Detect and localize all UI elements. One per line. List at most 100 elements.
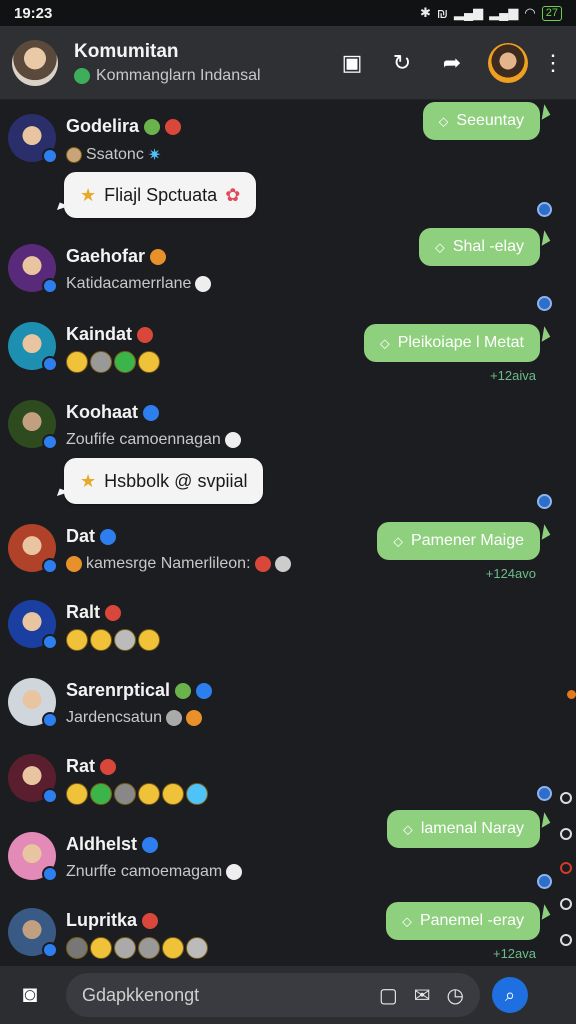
emoji-icon <box>138 783 160 805</box>
star-icon: ★ <box>80 184 97 205</box>
avatar <box>8 400 58 450</box>
verified-badge <box>42 634 58 650</box>
contact-name: Rat <box>66 756 96 776</box>
list-item[interactable]: Dat kamesrge Namerlileon: <box>8 524 338 574</box>
sticker-icon[interactable]: ✉ <box>414 983 431 1008</box>
outgoing-bubble[interactable]: ⬦ Shal -elay <box>419 228 540 266</box>
list-item[interactable]: Gaehofar Katidacamerrlane <box>8 244 338 294</box>
message-preview: Jardencsatun <box>66 709 163 726</box>
clipboard-icon[interactable]: ▢ <box>379 983 398 1008</box>
read-receipt-icon <box>537 494 552 509</box>
emoji-icon <box>66 937 88 959</box>
star-icon: ★ <box>80 470 97 491</box>
status-icon <box>142 836 159 853</box>
emoji-icon <box>66 556 82 572</box>
incoming-bubble[interactable]: ★ Fliajl Spctuata ✿ <box>64 172 257 218</box>
incoming-bubble[interactable]: ★ Hsbbolk @ svpiial <box>64 458 264 504</box>
flag-icon <box>142 912 159 929</box>
radio-icon[interactable] <box>560 792 572 804</box>
status-icon <box>143 404 159 421</box>
status-icon <box>144 118 161 135</box>
list-item[interactable]: Sarenrptical Jardencsatun <box>8 678 338 728</box>
timestamp: +12aiva <box>490 368 536 383</box>
status-icon <box>195 276 212 292</box>
battery-icon: 27 <box>541 5 562 21</box>
emoji-icon <box>114 937 136 959</box>
emoji-row <box>66 629 160 651</box>
read-receipt-icon <box>537 874 552 889</box>
profile-avatar[interactable] <box>488 42 528 83</box>
camera-icon[interactable]: ◙ <box>14 979 46 1011</box>
radio-icon[interactable] <box>560 934 572 946</box>
contact-name: Godelira <box>66 116 140 136</box>
emoji-icon <box>274 556 291 572</box>
more-options-icon[interactable]: ⋮ <box>542 50 564 76</box>
radio-icon[interactable] <box>560 862 572 874</box>
message-input[interactable]: Gdapkkenongt ▢ ✉ ◷ <box>66 973 480 1017</box>
verified-badge <box>42 788 58 804</box>
avatar <box>8 524 58 574</box>
radio-icon[interactable] <box>560 828 572 840</box>
emoji-icon <box>186 937 208 959</box>
flag-icon <box>105 604 122 621</box>
bluetooth-icon: ✱ <box>420 5 431 20</box>
outgoing-bubble[interactable]: ⬦ Pleikoiape l Metat <box>363 324 540 362</box>
bubble-text: Hsbbolk @ svpiial <box>104 470 248 491</box>
contact-name: Sarenrptical <box>66 680 171 700</box>
read-receipt-icon <box>537 202 552 217</box>
avatar <box>8 678 58 728</box>
group-avatar[interactable] <box>12 39 58 86</box>
list-item[interactable]: Koohaat Zoufife camoennagan <box>8 400 338 450</box>
outgoing-bubble[interactable]: ⬦ Panemel -eray <box>386 902 540 940</box>
emoji-icon <box>138 351 160 373</box>
status-time: 19:23 <box>14 4 53 22</box>
outgoing-bubble[interactable]: ⬦ Seeuntay <box>422 102 540 140</box>
header-subtitle: Kommanglarn Indansal <box>74 67 261 85</box>
emoji-icon <box>138 629 160 651</box>
tag-icon: ⬦ <box>393 532 404 549</box>
emoji-icon <box>90 351 112 373</box>
vibrate-icon: ₪ <box>436 5 448 21</box>
outgoing-bubble[interactable]: ⬦ Pamener Maige <box>377 522 540 560</box>
timer-icon[interactable]: ◷ <box>447 983 464 1008</box>
online-icon <box>74 67 90 84</box>
list-item[interactable]: Ralt <box>8 600 338 651</box>
header-actions: ▣ ↻ ➦ ⋮ <box>338 42 564 83</box>
share-icon[interactable]: ➦ <box>438 49 466 77</box>
refresh-icon[interactable]: ↻ <box>388 49 416 77</box>
status-icon <box>100 528 117 545</box>
outgoing-bubble[interactable]: ⬦ lamenal Naray <box>387 810 540 848</box>
status-icons: ✱ ₪ ▂▄▆ ▂▄▆ ◠ 27 <box>420 5 562 21</box>
header-text[interactable]: Komumitan Kommanglarn Indansal <box>74 41 261 85</box>
avatar <box>8 600 58 650</box>
list-item[interactable]: Kaindat <box>8 322 338 373</box>
avatar <box>8 754 58 804</box>
list-item[interactable]: Lupritka <box>8 908 338 959</box>
list-item[interactable]: Godelira Ssatonc ✷ <box>8 114 338 165</box>
emoji-icon <box>66 147 82 163</box>
flag-icon <box>165 118 182 135</box>
contact-name: Lupritka <box>66 910 138 930</box>
contact-name: Dat <box>66 526 96 546</box>
emoji-icon <box>114 351 136 373</box>
tag-icon: ⬦ <box>438 112 449 129</box>
contact-name: Gaehofar <box>66 246 146 266</box>
radio-icon[interactable] <box>560 898 572 910</box>
emoji-icon <box>186 710 203 726</box>
list-item[interactable]: Aldhelst Znurffe camoemagam <box>8 832 338 882</box>
emoji-icon <box>138 937 160 959</box>
bubble-text: lamenal Naray <box>420 820 524 837</box>
flag-icon <box>150 248 167 265</box>
emoji-icon <box>114 783 136 805</box>
contact-name: Ralt <box>66 602 101 622</box>
bubble-text: Seeuntay <box>456 112 524 129</box>
tag-icon: ⬦ <box>403 820 413 837</box>
search-button[interactable]: ⌕ <box>492 977 528 1013</box>
tag-icon: ⬦ <box>379 334 390 351</box>
verified-badge <box>42 356 58 372</box>
tag-icon: ⬦ <box>435 238 445 255</box>
read-receipt-icon <box>537 786 552 801</box>
list-item[interactable]: Rat <box>8 754 338 805</box>
timestamp: +12ava <box>492 946 536 961</box>
stop-icon[interactable]: ▣ <box>338 49 366 77</box>
